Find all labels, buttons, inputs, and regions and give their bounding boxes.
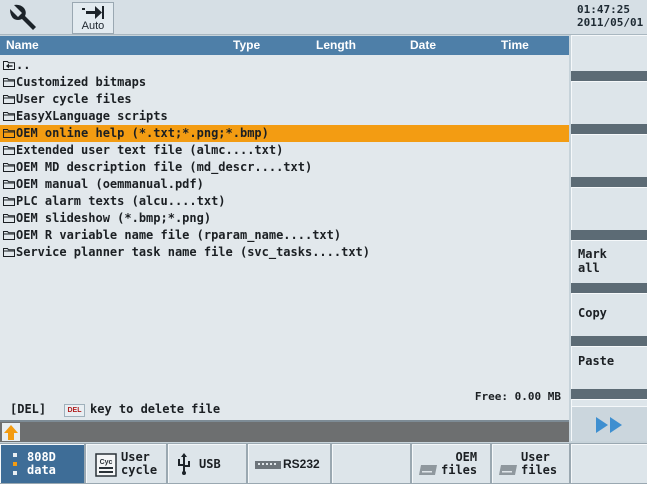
- drive-icon: [419, 465, 437, 475]
- vertical-softkey-4[interactable]: [571, 187, 647, 230]
- vertical-softkey-1[interactable]: [571, 35, 647, 71]
- clock-date: 2011/05/01: [577, 16, 644, 29]
- file-row[interactable]: Service planner task name file (svc_task…: [0, 244, 569, 261]
- folder-icon: [3, 245, 16, 259]
- file-name: OEM slideshow (*.bmp;*.png): [16, 211, 212, 225]
- header-bar: Auto 01:47:25 2011/05/01: [0, 0, 647, 35]
- file-name: User cycle files: [16, 92, 132, 106]
- folder-icon: [3, 160, 16, 174]
- vertical-softkeys: Mark all Copy Paste: [571, 35, 647, 441]
- paste-button[interactable]: Paste: [571, 346, 647, 389]
- file-list: .. Customized bitmaps User cycle files Easy…: [0, 57, 569, 261]
- file-row[interactable]: OEM slideshow (*.bmp;*.png): [0, 210, 569, 227]
- folder-icon: [3, 109, 16, 123]
- file-name: OEM R variable name file (rparam_name...…: [16, 228, 342, 242]
- tab-oem-files-label: OEM files: [441, 450, 478, 477]
- file-row[interactable]: OEM online help (*.txt;*.png;*.bmp): [0, 125, 569, 142]
- file-name: OEM online help (*.txt;*.png;*.bmp): [16, 126, 269, 140]
- softkey-separator: [571, 230, 647, 240]
- horizontal-softkey-5[interactable]: [332, 444, 410, 483]
- column-type[interactable]: Type: [233, 36, 260, 55]
- serial-port-icon: [255, 461, 281, 469]
- clock-time: 01:47:25: [577, 3, 630, 16]
- file-row[interactable]: Extended user text file (almc....txt): [0, 142, 569, 159]
- drive-icon: [499, 465, 517, 475]
- column-length[interactable]: Length: [316, 36, 356, 55]
- del-key-icon: DEL: [64, 404, 85, 417]
- tab-rs232[interactable]: RS232: [248, 444, 330, 483]
- tab-user-files-label: User files: [521, 450, 558, 477]
- copy-button[interactable]: Copy: [571, 293, 647, 336]
- tab-user-files[interactable]: User files: [492, 444, 569, 483]
- arrow-up-icon[interactable]: [2, 423, 20, 441]
- cycle-icon: Cyc: [95, 453, 117, 477]
- file-list-panel: Name Type Length Date Time .. Customized …: [0, 36, 569, 422]
- file-name: Extended user text file (almc....txt): [16, 143, 284, 157]
- tab-oem-files[interactable]: OEM files: [412, 444, 490, 483]
- folder-icon: [3, 75, 16, 89]
- file-name: OEM manual (oemmanual.pdf): [16, 177, 204, 191]
- file-row[interactable]: Customized bitmaps: [0, 74, 569, 91]
- hint-line: [DEL] DEL key to delete file: [0, 400, 569, 418]
- column-header: Name Type Length Date Time: [0, 36, 569, 55]
- file-row[interactable]: OEM manual (oemmanual.pdf): [0, 176, 569, 193]
- tab-808d-data-label: 808D data: [27, 450, 56, 477]
- file-name: OEM MD description file (md_descr....txt…: [16, 160, 313, 174]
- file-row[interactable]: EasyXLanguage scripts: [0, 108, 569, 125]
- softkey-separator: [571, 177, 647, 187]
- hint-prefix: [DEL]: [10, 402, 47, 416]
- folder-icon: [3, 211, 16, 225]
- file-name: Service planner task name file (svc_task…: [16, 245, 371, 259]
- mode-auto-button[interactable]: Auto: [72, 2, 114, 34]
- tab-user-cycle-label: User cycle: [121, 450, 158, 477]
- parent-directory-row[interactable]: ..: [0, 57, 569, 74]
- file-row[interactable]: OEM R variable name file (rparam_name...…: [0, 227, 569, 244]
- file-row[interactable]: User cycle files: [0, 91, 569, 108]
- screen: Auto 01:47:25 2011/05/01 Name Type Length…: [0, 0, 647, 484]
- softkey-separator: [571, 283, 647, 293]
- vertical-softkey-3[interactable]: [571, 134, 647, 177]
- double-chevron-right-icon: [596, 417, 622, 433]
- tab-usb[interactable]: USB: [168, 444, 246, 483]
- recall-bar: [0, 422, 569, 442]
- svg-text:Cyc: Cyc: [100, 459, 113, 466]
- folder-icon: [3, 177, 16, 191]
- file-row[interactable]: OEM MD description file (md_descr....txt…: [0, 159, 569, 176]
- data-icon: [13, 453, 17, 475]
- usb-icon: [178, 453, 190, 475]
- wrench-icon[interactable]: [6, 3, 40, 31]
- softkey-separator: [571, 389, 647, 399]
- tab-usb-label: USB: [199, 457, 221, 471]
- horizontal-softkey-8[interactable]: [571, 444, 647, 483]
- mark-all-button[interactable]: Mark all: [571, 240, 647, 283]
- column-date[interactable]: Date: [410, 36, 436, 55]
- horizontal-softkeys: 808D data Cyc User cycle USB RS232 OEM f…: [0, 443, 647, 484]
- tab-rs232-label: RS232: [283, 457, 320, 471]
- tab-user-cycle[interactable]: Cyc User cycle: [86, 444, 166, 483]
- parent-dir-icon: [3, 58, 16, 72]
- softkey-separator: [571, 336, 647, 346]
- folder-icon: [3, 143, 16, 157]
- folder-icon: [3, 92, 16, 106]
- column-time[interactable]: Time: [501, 36, 529, 55]
- file-name: PLC alarm texts (alcu....txt): [16, 194, 226, 208]
- column-name[interactable]: Name: [6, 36, 39, 55]
- file-name: EasyXLanguage scripts: [16, 109, 168, 123]
- next-softkey-button[interactable]: [571, 406, 647, 441]
- folder-icon: [3, 228, 16, 242]
- softkey-separator: [571, 71, 647, 81]
- clock: 01:47:25 2011/05/01: [577, 3, 647, 29]
- folder-icon: [3, 194, 16, 208]
- file-name: Customized bitmaps: [16, 75, 147, 89]
- file-row[interactable]: PLC alarm texts (alcu....txt): [0, 193, 569, 210]
- mode-label: Auto: [81, 20, 105, 32]
- folder-icon: [3, 126, 16, 140]
- softkey-separator: [571, 124, 647, 134]
- tab-808d-data[interactable]: 808D data: [0, 444, 84, 483]
- file-name: ..: [16, 58, 31, 72]
- arrow-right-to-bar-icon: [82, 6, 104, 19]
- vertical-softkey-2[interactable]: [571, 81, 647, 124]
- hint-text: key to delete file: [90, 402, 221, 416]
